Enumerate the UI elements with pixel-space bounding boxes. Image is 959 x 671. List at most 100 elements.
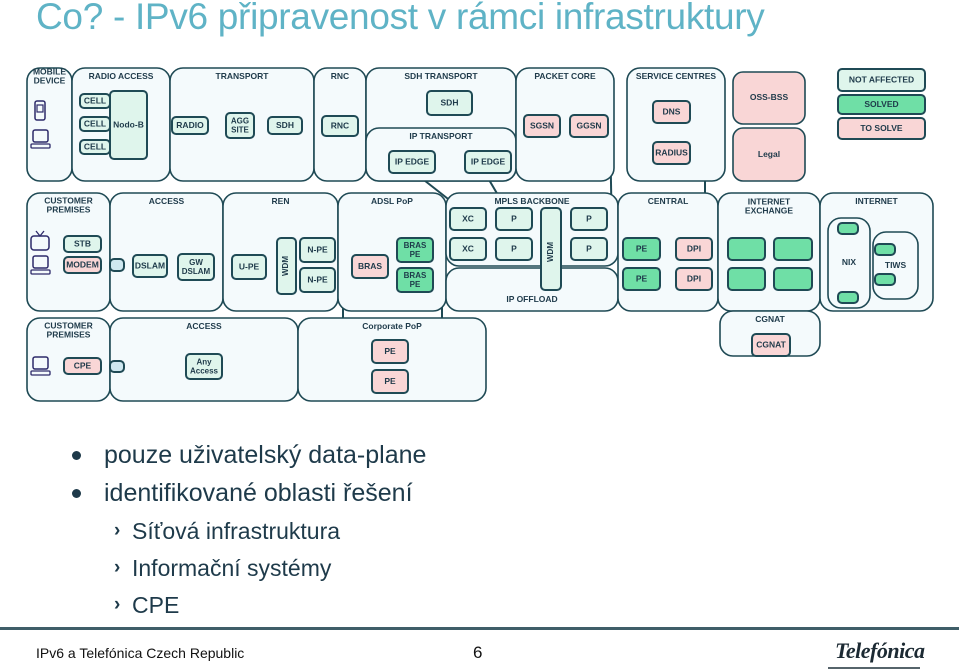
node-pe-corp-1-label: PE <box>384 346 396 356</box>
node-ix-router-3 <box>727 267 766 291</box>
chevron-right-icon: › <box>114 557 121 578</box>
node-modem-label: MODEM <box>66 260 99 270</box>
zone-service-centres-label: SERVICE CENTRES <box>636 71 716 81</box>
zone-ren-label: REN <box>272 196 290 206</box>
node-pe-1-label: PE <box>636 244 648 254</box>
bullet-text: pouze uživatelský data-plane <box>104 441 427 469</box>
node-sgsn-label: SGSN <box>530 121 554 131</box>
zone-transport-label: TRANSPORT <box>216 71 270 81</box>
node-ip-edge-2-label: IP EDGE <box>471 157 506 167</box>
node-sdh-transport-label: SDH <box>276 120 294 130</box>
network-infrastructure-diagram: MOBILE DEVICE RADIO ACCESS TRANSPORT RNC SDH … <box>26 67 934 402</box>
bullet-item: identifikované oblasti řešení <box>72 476 426 514</box>
sub-bullet-item: › Síťová infrastruktura <box>72 514 426 551</box>
node-p-4-label: P <box>586 244 592 254</box>
node-upe-label: U-PE <box>239 262 260 272</box>
zone-internet-label: INTERNET <box>855 196 898 206</box>
node-ix-router-4 <box>773 267 813 291</box>
node-p-1-label: P <box>511 214 517 224</box>
zone-mobile-device-label: MOBILE DEVICE <box>33 67 66 86</box>
node-nodeb-label: Nodo-B <box>113 120 144 130</box>
sub-bullet-item: › Informační systémy <box>72 551 426 588</box>
node-xc-2-label: XC <box>462 244 474 254</box>
zone-radio-access-label: RADIO ACCESS <box>89 71 154 81</box>
slide-title: Co? - IPv6 připravenost v rámci infrastr… <box>36 0 765 37</box>
sub-bullet-text: Informační systémy <box>132 555 332 581</box>
zone-ip-offload-label: IP OFFLOAD <box>506 294 557 304</box>
zone-rnc-label: RNC <box>331 71 349 81</box>
zone-central-label: CENTRAL <box>648 196 689 206</box>
zone-customer-premises-label: CUSTOMER PREMISES <box>44 196 93 215</box>
node-stb-label: STB <box>74 239 91 249</box>
node-dns-label: DNS <box>663 107 681 117</box>
chevron-right-icon: › <box>114 594 121 615</box>
node-tiws-port-1 <box>874 243 896 256</box>
node-pe-2-label: PE <box>636 274 648 284</box>
node-wdm-ren-label: WDM <box>281 256 290 276</box>
legend-to-solve-label: TO SOLVE <box>860 123 903 133</box>
page-number: 6 <box>473 643 483 662</box>
node-dpi-1-label: DPI <box>687 244 701 254</box>
node-link-adapter <box>109 258 125 272</box>
node-bras-label: BRAS <box>358 261 382 271</box>
footer-divider <box>0 627 959 630</box>
node-dpi-2-label: DPI <box>687 274 701 284</box>
telefonica-logo: Telefónica <box>835 638 925 663</box>
node-cgnat-label: CGNAT <box>756 340 786 350</box>
node-p-3-label: P <box>586 214 592 224</box>
node-npe-2-label: N-PE <box>307 275 328 285</box>
node-agg-site-label: AGG SITE <box>231 117 250 135</box>
sub-bullet-text: CPE <box>132 592 180 618</box>
sub-bullet-text: Síťová infrastruktura <box>132 518 341 544</box>
bullet-item: pouze uživatelský data-plane <box>72 438 426 476</box>
zone-adsl-pop-label: ADSL PoP <box>371 196 413 206</box>
sub-bullet-item: › CPE <box>72 588 426 625</box>
zone-ip-offload <box>445 267 619 312</box>
zone-sdh-transport-label: SDH TRANSPORT <box>404 71 478 81</box>
zone-tiws-label: TIWS <box>885 260 907 270</box>
zone-access-label: ACCESS <box>149 196 185 206</box>
zone-nix-label: NIX <box>842 257 857 267</box>
bullet-list: pouze uživatelský data-plane identifikov… <box>72 438 426 625</box>
node-cpe-label: CPE <box>74 361 92 371</box>
chevron-right-icon: › <box>114 520 121 541</box>
zone-packet-core-label: PACKET CORE <box>534 71 596 81</box>
logo-underline <box>828 667 920 669</box>
node-ip-edge-1-label: IP EDGE <box>395 157 430 167</box>
node-radius-label: RADIUS <box>655 148 688 158</box>
zone-cgnat-label: CGNAT <box>755 314 785 324</box>
node-rnc-label: RNC <box>331 121 349 131</box>
zone-access <box>109 192 224 312</box>
node-ggsn-label: GGSN <box>576 121 601 131</box>
node-radio-label: RADIO <box>176 120 204 130</box>
bullet-dot-icon <box>72 451 81 460</box>
zone-access-corp-label: ACCESS <box>186 321 222 331</box>
node-cell-1-label: CELL <box>84 96 106 106</box>
zone-mpls-backbone-label: MPLS BACKBONE <box>494 196 569 206</box>
node-pe-corp-2-label: PE <box>384 376 396 386</box>
zone-internet-exchange-label: INTERNET EXCHANGE <box>745 197 794 216</box>
node-xc-1-label: XC <box>462 214 474 224</box>
node-tiws-port-2 <box>874 273 896 286</box>
node-dslam-label: DSLAM <box>135 261 165 271</box>
node-nix-port-1 <box>837 222 859 235</box>
node-legal-label: Legal <box>758 149 780 159</box>
node-npe-1-label: N-PE <box>307 245 328 255</box>
node-cell-3-label: CELL <box>84 142 106 152</box>
zone-customer-premises-corp-label: CUSTOMER PREMISES <box>44 321 93 340</box>
node-p-2-label: P <box>511 244 517 254</box>
node-cell-2-label: CELL <box>84 119 106 129</box>
bullet-dot-icon <box>72 489 81 498</box>
node-nix-port-2 <box>837 291 859 304</box>
zone-ip-transport-label: IP TRANSPORT <box>409 131 473 141</box>
legend-not-affected-label: NOT AFFECTED <box>849 75 914 85</box>
footer-text: IPv6 a Telefónica Czech Republic <box>36 645 245 661</box>
legend-solved-label: SOLVED <box>864 99 898 109</box>
zone-corporate-pop-label: Corporate PoP <box>362 321 422 331</box>
node-sdh-label: SDH <box>441 98 459 108</box>
bullet-text: identifikované oblasti řešení <box>104 479 413 507</box>
node-ix-router-1 <box>727 237 766 261</box>
node-oss-bss-label: OSS-BSS <box>750 92 789 102</box>
node-ix-router-2 <box>773 237 813 261</box>
node-wdm-mpls-label: WDM <box>546 242 555 262</box>
